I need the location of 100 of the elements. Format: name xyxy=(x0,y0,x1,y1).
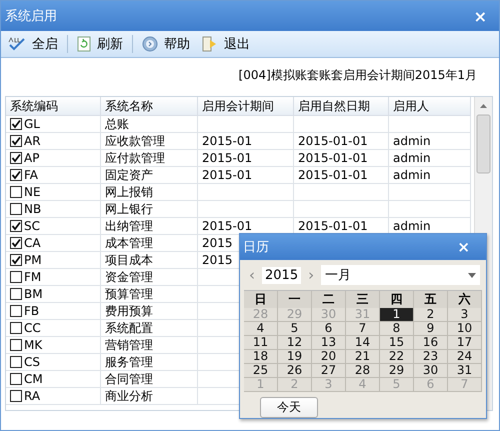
calendar-day[interactable]: 12 xyxy=(278,336,312,350)
weekday-label: 日 xyxy=(244,291,278,308)
calendar-day[interactable]: 20 xyxy=(312,350,346,364)
calendar-day[interactable]: 13 xyxy=(312,336,346,350)
calendar-day[interactable]: 25 xyxy=(244,364,278,378)
toolbar-button[interactable]: 全启 xyxy=(5,33,61,55)
calendar-day[interactable]: 24 xyxy=(448,350,482,364)
calendar-day[interactable]: 7 xyxy=(346,322,380,336)
weekday-label: 六 xyxy=(448,291,482,308)
checkbox[interactable] xyxy=(10,203,22,215)
checkbox[interactable] xyxy=(10,237,22,249)
table-cell: 费用预算 xyxy=(101,303,198,320)
refresh-icon xyxy=(77,36,91,52)
checkbox[interactable] xyxy=(10,356,22,368)
calendar-day[interactable]: 29 xyxy=(380,364,414,378)
calendar-day[interactable]: 2 xyxy=(414,308,448,322)
weekday-label: 一 xyxy=(278,291,312,308)
column-header[interactable]: 启用人 xyxy=(389,97,471,116)
window-title: 系统启用 xyxy=(5,8,57,25)
table-cell: CS xyxy=(24,354,40,370)
table-cell: 2015-01 xyxy=(198,150,294,167)
help-icon xyxy=(142,36,158,52)
table-cell: admin xyxy=(389,150,471,167)
table-cell: CM xyxy=(24,371,43,387)
checkbox[interactable] xyxy=(10,339,22,351)
calendar-day[interactable]: 14 xyxy=(346,336,380,350)
checkbox[interactable] xyxy=(10,322,22,334)
table-cell: 出纳管理 xyxy=(101,218,198,235)
checkbox[interactable] xyxy=(10,288,22,300)
table-cell: 2015-01 xyxy=(198,133,294,150)
column-header[interactable]: 启用自然日期 xyxy=(294,97,389,116)
column-header[interactable]: 系统编码 xyxy=(6,97,101,116)
calendar-day[interactable]: 21 xyxy=(346,350,380,364)
today-button[interactable]: 今天 xyxy=(260,397,318,418)
calendar-day[interactable]: 5 xyxy=(278,322,312,336)
calendar-day[interactable]: 9 xyxy=(414,322,448,336)
table-cell: NB xyxy=(24,201,42,217)
checkbox[interactable] xyxy=(10,152,22,164)
checkbox[interactable] xyxy=(10,169,22,181)
calendar-day[interactable]: 17 xyxy=(448,336,482,350)
calendar-day[interactable]: 18 xyxy=(244,350,278,364)
table-cell: AR xyxy=(24,133,41,149)
close-button[interactable]: × xyxy=(451,237,476,257)
month-dropdown[interactable]: 一月 xyxy=(321,265,480,285)
table-cell: FA xyxy=(24,167,38,183)
weekday-label: 二 xyxy=(312,291,346,308)
year-field[interactable]: 2015 xyxy=(262,266,302,284)
calendar-day[interactable]: 28 xyxy=(346,364,380,378)
calendar-day[interactable]: 8 xyxy=(380,322,414,336)
toolbar-button[interactable]: 帮助 xyxy=(139,33,193,55)
table-cell: PM xyxy=(24,252,42,268)
table-cell: 固定资产 xyxy=(101,167,198,184)
table-cell: 资金管理 xyxy=(101,269,198,286)
table-cell: 应收款管理 xyxy=(101,133,198,150)
calendar-day[interactable]: 11 xyxy=(244,336,278,350)
weekday-label: 四 xyxy=(380,291,414,308)
calendar-day[interactable]: 10 xyxy=(448,322,482,336)
calendar-day[interactable]: 6 xyxy=(312,322,346,336)
table-cell: RA xyxy=(24,388,40,404)
calendar-day[interactable]: 15 xyxy=(380,336,414,350)
table-cell: 2015-01-01 xyxy=(294,167,389,184)
table-cell: BM xyxy=(24,286,43,302)
table-cell: FB xyxy=(24,303,40,319)
calendar-day[interactable]: 16 xyxy=(414,336,448,350)
calendar-day[interactable]: 23 xyxy=(414,350,448,364)
table-cell: 合同管理 xyxy=(101,371,198,388)
table-cell: CC xyxy=(24,320,41,336)
column-header[interactable]: 启用会计期间 xyxy=(198,97,294,116)
table-cell: 2015-01-01 xyxy=(294,133,389,150)
checkbox[interactable] xyxy=(10,373,22,385)
table-cell: 系统配置 xyxy=(101,320,198,337)
checkbox[interactable] xyxy=(10,254,22,266)
calendar-day[interactable]: 19 xyxy=(278,350,312,364)
calendar-day[interactable]: 31 xyxy=(448,364,482,378)
table-cell: GL xyxy=(24,116,40,132)
weekday-label: 五 xyxy=(414,291,448,308)
calendar-day[interactable]: 27 xyxy=(312,364,346,378)
checkbox[interactable] xyxy=(10,118,22,130)
calendar-day[interactable]: 3 xyxy=(448,308,482,322)
checkbox[interactable] xyxy=(10,135,22,147)
calendar-day[interactable]: 1 xyxy=(380,308,414,322)
checkbox[interactable] xyxy=(10,186,22,198)
table-cell: FM xyxy=(24,269,42,285)
table-cell: 营销管理 xyxy=(101,337,198,354)
calendar-day[interactable]: 22 xyxy=(380,350,414,364)
calendar-day[interactable]: 26 xyxy=(278,364,312,378)
column-header[interactable]: 系统名称 xyxy=(101,97,198,116)
toolbar-button[interactable]: 刷新 xyxy=(74,33,126,55)
calendar-day[interactable]: 4 xyxy=(244,322,278,336)
calendar-day[interactable]: 30 xyxy=(414,364,448,378)
checkbox[interactable] xyxy=(10,271,22,283)
table-cell: 网上报销 xyxy=(101,184,198,201)
checkbox[interactable] xyxy=(10,305,22,317)
close-button[interactable]: × xyxy=(472,6,489,26)
table-cell: 服务管理 xyxy=(101,354,198,371)
checkbox[interactable] xyxy=(10,220,22,232)
table-cell: MK xyxy=(24,337,42,353)
checkbox[interactable] xyxy=(10,390,22,402)
table-cell: AP xyxy=(24,150,40,166)
toolbar-button[interactable]: 退出 xyxy=(199,33,253,55)
